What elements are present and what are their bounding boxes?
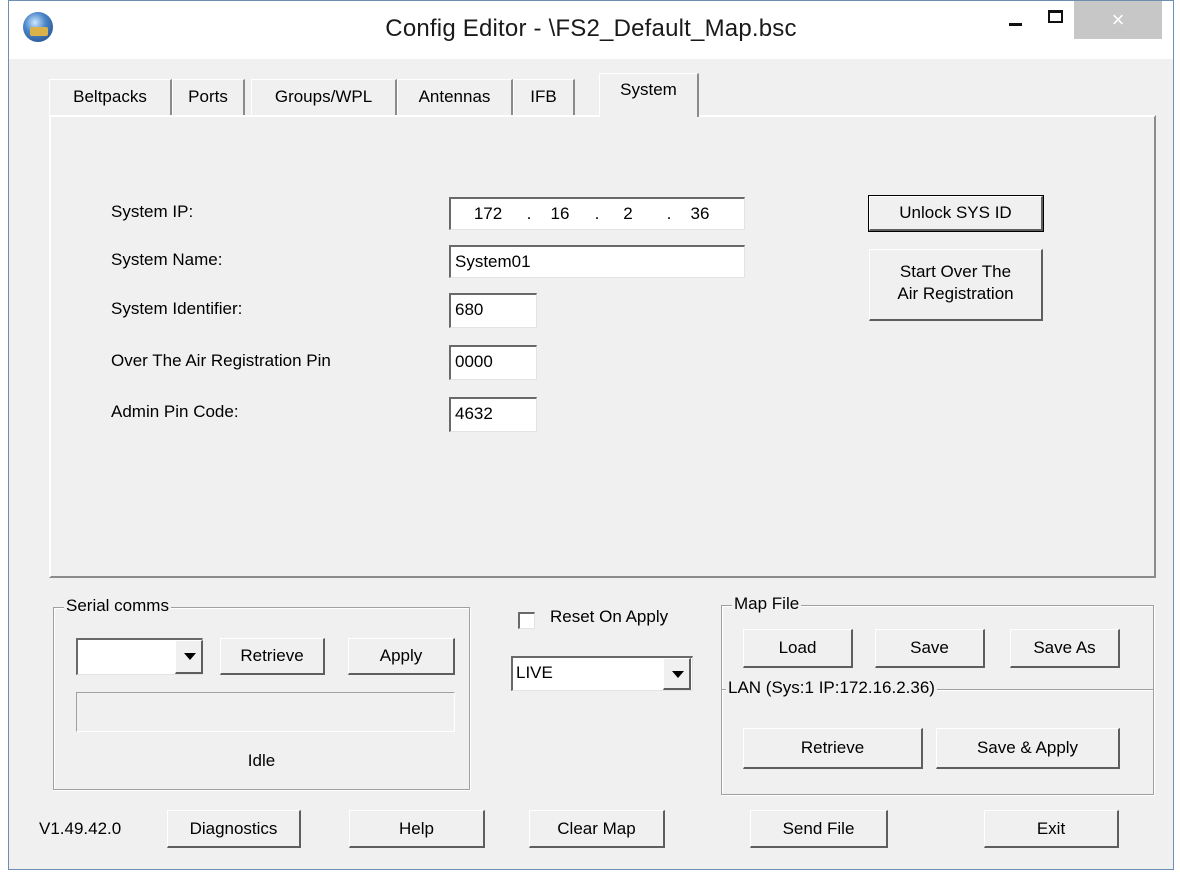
config-editor-window: Config Editor - \FS2_Default_Map.bsc × B… — [8, 0, 1174, 870]
tab-ports[interactable]: Ports — [172, 79, 245, 115]
maximize-icon — [1048, 10, 1063, 23]
serial-progress-bar — [76, 692, 455, 732]
system-name-field[interactable]: System01 — [449, 245, 745, 278]
map-save-as-button[interactable]: Save As — [1010, 629, 1120, 668]
map-file-group: Map File Load Save Save As LAN (Sys:1 IP… — [721, 594, 1154, 795]
system-tab-panel: System IP: 172 . 16 . 2 . 36 System Name… — [49, 115, 1156, 578]
send-file-button[interactable]: Send File — [750, 810, 888, 848]
help-button[interactable]: Help — [349, 810, 485, 848]
ip-octet-1: 172 — [473, 204, 503, 223]
reset-on-apply-checkbox[interactable] — [518, 612, 535, 629]
reset-on-apply-label[interactable]: Reset On Apply — [550, 607, 668, 627]
tab-antennas[interactable]: Antennas — [397, 79, 513, 115]
button-line: Air Registration — [897, 284, 1014, 303]
ota-pin-field[interactable]: 0000 — [449, 345, 537, 380]
serial-status: Idle — [247, 751, 276, 770]
serial-retrieve-button[interactable]: Retrieve — [220, 638, 325, 675]
lan-label: LAN (Sys:1 IP:172.16.2.36) — [726, 678, 937, 698]
mode-dropdown-button[interactable] — [663, 658, 691, 690]
tab-beltpacks[interactable]: Beltpacks — [49, 79, 172, 115]
clear-map-button[interactable]: Clear Map — [529, 810, 665, 848]
serial-apply-button[interactable]: Apply — [348, 638, 455, 675]
map-load-button[interactable]: Load — [743, 629, 853, 668]
start-over-ota-registration-button[interactable]: Start Over The Air Registration — [869, 249, 1043, 321]
minimize-icon — [1009, 23, 1022, 26]
ip-octet-4: 36 — [690, 204, 710, 223]
diagnostics-button[interactable]: Diagnostics — [167, 810, 301, 848]
map-save-button[interactable]: Save — [875, 629, 985, 668]
serial-port-dropdown-button[interactable] — [175, 640, 203, 674]
save-and-apply-button[interactable]: Save & Apply — [936, 728, 1120, 769]
ip-dot: . — [594, 204, 600, 223]
chevron-down-icon — [184, 653, 196, 660]
unlock-sys-id-button[interactable]: Unlock SYS ID — [868, 195, 1044, 232]
system-ip-label: System IP: — [111, 202, 194, 221]
system-identifier-field[interactable]: 680 — [449, 293, 537, 328]
system-ip-field[interactable]: 172 . 16 . 2 . 36 — [449, 197, 745, 230]
exit-button[interactable]: Exit — [984, 810, 1119, 848]
minimize-button[interactable] — [995, 1, 1035, 39]
map-file-title: Map File — [732, 594, 802, 614]
title-bar[interactable]: Config Editor - \FS2_Default_Map.bsc × — [9, 1, 1173, 59]
ip-octet-2: 16 — [550, 204, 570, 223]
tab-ifb[interactable]: IFB — [513, 79, 575, 115]
ip-dot: . — [666, 204, 672, 223]
serial-comms-group: Serial comms Retrieve Apply Idle — [53, 596, 470, 790]
button-line: Start Over The — [899, 262, 1012, 281]
tab-system[interactable]: System — [599, 73, 699, 117]
close-button[interactable]: × — [1074, 1, 1162, 39]
chevron-down-icon — [672, 671, 684, 678]
system-identifier-label: System Identifier: — [111, 299, 243, 318]
admin-pin-label: Admin Pin Code: — [111, 402, 239, 421]
version-label: V1.49.42.0 — [39, 819, 122, 838]
admin-pin-field[interactable]: 4632 — [449, 397, 537, 432]
close-icon: × — [1111, 7, 1125, 32]
lan-retrieve-button[interactable]: Retrieve — [743, 728, 923, 769]
serial-comms-title: Serial comms — [64, 596, 171, 616]
ip-octet-3: 2 — [623, 204, 633, 223]
tab-groups-wpl[interactable]: Groups/WPL — [251, 79, 397, 115]
ota-pin-label: Over The Air Registration Pin — [111, 351, 331, 370]
maximize-button[interactable] — [1035, 1, 1077, 39]
ip-dot: . — [526, 204, 532, 223]
system-name-label: System Name: — [111, 250, 223, 269]
